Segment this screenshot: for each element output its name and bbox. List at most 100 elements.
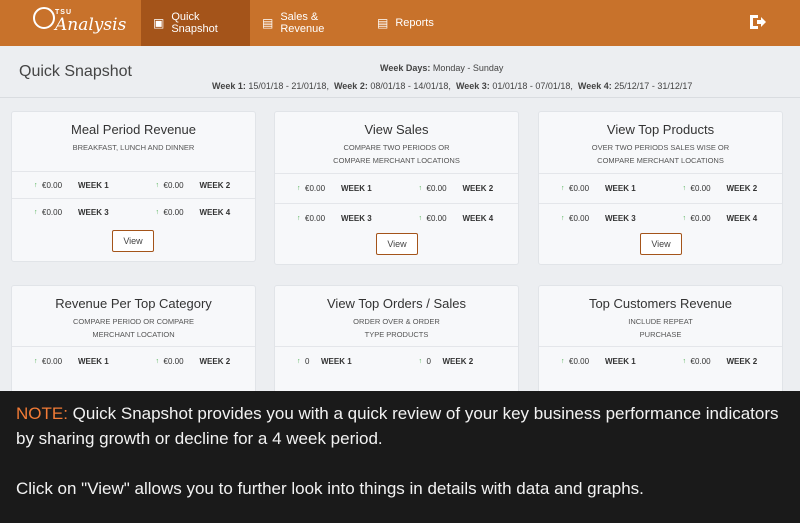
metric-week-1: ↑ €0.00 WEEK 1 (539, 357, 661, 366)
metric-week-label: WEEK 1 (78, 357, 109, 366)
view-button[interactable]: View (640, 233, 682, 255)
metric-week-label: WEEK 3 (78, 207, 109, 217)
metric-value: €0.00 (163, 357, 184, 366)
metric-value: €0.00 (426, 184, 447, 193)
nav-sales-revenue[interactable]: ▤ Sales & Revenue (250, 0, 365, 46)
week-3-label: Week 3: (455, 81, 490, 91)
metric-week-1: ↑ 0 WEEK 1 (275, 357, 397, 366)
metric-value: €0.00 (42, 357, 63, 366)
nav-reports[interactable]: ▤ Reports (365, 0, 438, 46)
card-subtitle-line-2: MERCHANT LOCATION (92, 330, 175, 339)
card-subtitle-line-1: OVER TWO PERIODS SALES WISE OR (591, 143, 730, 152)
view-button[interactable]: View (376, 233, 418, 255)
metric-week-label: WEEK 2 (462, 184, 494, 193)
card-metrics: ↑ 0 WEEK 1 ↑ 0 WEEK 2 (275, 346, 518, 376)
camera-icon: ▣ (153, 16, 165, 30)
logo-circle-icon (33, 7, 55, 29)
card-title: Top Customers Revenue (588, 296, 733, 311)
week-4-range: 25/12/17 - 31/12/17 (614, 81, 693, 91)
week-days-label: Week Days: (380, 63, 431, 73)
card-title: Revenue Per Top Category (55, 296, 212, 311)
metric-week-2: ↑ €0.00 WEEK 2 (134, 181, 256, 190)
metric-week-2: ↑ €0.00 WEEK 2 (134, 357, 256, 366)
up-arrow-icon: ↑ (561, 215, 565, 222)
metric-week-2: ↑ €0.00 WEEK 2 (397, 184, 519, 193)
metric-week-label: WEEK 2 (726, 184, 758, 193)
metric-value: €0.00 (690, 357, 711, 366)
metric-row: ↑ €0.00 WEEK 1 ↑ €0.00 WEEK 2 (275, 173, 518, 203)
up-arrow-icon: ↑ (418, 358, 423, 365)
metric-row: ↑ €0.00 WEEK 1 ↑ €0.00 WEEK 2 (539, 346, 782, 376)
card-metrics: ↑ €0.00 WEEK 1 ↑ €0.00 WEEK 2 ↑ €0.00 WEEK 3 ↑… (539, 173, 782, 233)
metric-week-label: WEEK 1 (605, 184, 636, 193)
metric-week-1: ↑ €0.00 WEEK 1 (12, 357, 134, 366)
card-view-top-orders-sales: View Top Orders / Sales ORDER OVER & ORD… (274, 285, 519, 405)
week-days-value: Monday - Sunday (432, 63, 504, 73)
card-view-top-products: View Top Products OVER TWO PERIODS SALES… (538, 111, 783, 265)
card-subtitle-line-1: ORDER OVER & ORDER (353, 317, 440, 326)
up-arrow-icon: ↑ (297, 185, 301, 192)
card-revenue-per-top-category: Revenue Per Top Category COMPARE PERIOD … (11, 285, 256, 405)
up-arrow-icon: ↑ (155, 208, 160, 216)
card-subtitle-line-1: INCLUDE REPEAT (628, 317, 693, 326)
metric-week-3: ↑ €0.00 WEEK 3 (539, 214, 661, 223)
up-arrow-icon: ↑ (418, 215, 423, 222)
metric-week-label: WEEK 1 (341, 184, 372, 193)
card-title: View Top Orders / Sales (327, 296, 466, 311)
metric-week-label: WEEK 3 (341, 214, 372, 223)
up-arrow-icon: ↑ (682, 358, 687, 365)
week-days-info: Week Days: Monday - Sunday (380, 63, 503, 73)
week-1-range: 15/01/18 - 21/01/18, (248, 81, 329, 91)
metric-week-3: ↑ €0.00 WEEK 3 (275, 214, 397, 223)
metric-row: ↑ €0.00 WEEK 1 ↑ €0.00 WEEK 2 (12, 171, 255, 198)
metric-value: 0 (426, 357, 431, 366)
metric-week-1: ↑ €0.00 WEEK 1 (275, 184, 397, 193)
week-2-range: 08/01/18 - 14/01/18, (370, 81, 451, 91)
note-paragraph-1: NOTE: Quick Snapshot provides you with a… (16, 401, 784, 451)
card-subtitle: OVER TWO PERIODS SALES WISE OR COMPARE ME… (539, 141, 782, 167)
metric-week-3: ↑ €0.00 WEEK 3 (12, 208, 134, 217)
metric-week-label: WEEK 4 (199, 207, 231, 217)
nav-sales-revenue-label: Sales & Revenue (280, 11, 325, 35)
metric-row: ↑ €0.00 WEEK 1 ↑ €0.00 WEEK 2 (12, 346, 255, 376)
metric-row: ↑ €0.00 WEEK 3 ↑ €0.00 WEEK 4 (539, 203, 782, 233)
up-arrow-icon: ↑ (34, 208, 38, 216)
metric-week-label: WEEK 3 (605, 214, 636, 223)
up-arrow-icon: ↑ (682, 185, 687, 192)
up-arrow-icon: ↑ (561, 185, 565, 192)
week-ranges: Week 1: 15/01/18 - 21/01/18, Week 2: 08/… (212, 81, 692, 91)
card-title: Meal Period Revenue (70, 122, 197, 137)
metric-value: €0.00 (163, 180, 184, 190)
metric-week-label: WEEK 1 (321, 357, 352, 366)
card-subtitle-line-1: BREAKFAST, LUNCH AND DINNER (72, 143, 195, 152)
metric-value: €0.00 (690, 214, 711, 223)
card-metrics: ↑ €0.00 WEEK 1 ↑ €0.00 WEEK 2 (12, 346, 255, 376)
view-button[interactable]: View (112, 230, 154, 252)
brand-logo[interactable]: TSU Analysis (33, 7, 126, 39)
card-view-sales: View Sales COMPARE TWO PERIODS OR COMPARE… (274, 111, 519, 265)
metric-week-2: ↑ 0 WEEK 2 (397, 357, 519, 366)
up-arrow-icon: ↑ (297, 215, 301, 222)
metric-value: €0.00 (305, 184, 326, 193)
metric-week-2: ↑ €0.00 WEEK 2 (661, 357, 783, 366)
nav-quick-snapshot[interactable]: ▣ Quick Snapshot (141, 0, 250, 46)
nav-quick-snapshot-label: Quick Snapshot (171, 11, 218, 35)
page-title: Quick Snapshot (19, 63, 132, 80)
logout-icon[interactable] (748, 13, 766, 31)
card-metrics: ↑ €0.00 WEEK 1 ↑ €0.00 WEEK 2 ↑ €0.00 WEEK 3 ↑… (275, 173, 518, 233)
card-title: View Top Products (606, 122, 715, 137)
up-arrow-icon: ↑ (297, 358, 301, 365)
note-overlay: NOTE: Quick Snapshot provides you with a… (0, 391, 800, 523)
note-paragraph-2: Click on "View" allows you to further lo… (16, 479, 644, 498)
metric-week-4: ↑ €0.00 WEEK 4 (397, 214, 519, 223)
card-subtitle: ORDER OVER & ORDER TYPE PRODUCTS (275, 315, 518, 341)
up-arrow-icon: ↑ (155, 358, 160, 365)
up-arrow-icon: ↑ (682, 215, 687, 222)
card-title: View Sales (364, 122, 429, 137)
card-metrics: ↑ €0.00 WEEK 1 ↑ €0.00 WEEK 2 (539, 346, 782, 376)
metric-week-2: ↑ €0.00 WEEK 2 (661, 184, 783, 193)
metric-week-4: ↑ €0.00 WEEK 4 (661, 214, 783, 223)
up-arrow-icon: ↑ (34, 358, 38, 365)
card-top-customers-revenue: Top Customers Revenue INCLUDE REPEAT PURC… (538, 285, 783, 405)
metric-week-label: WEEK 2 (199, 180, 231, 190)
